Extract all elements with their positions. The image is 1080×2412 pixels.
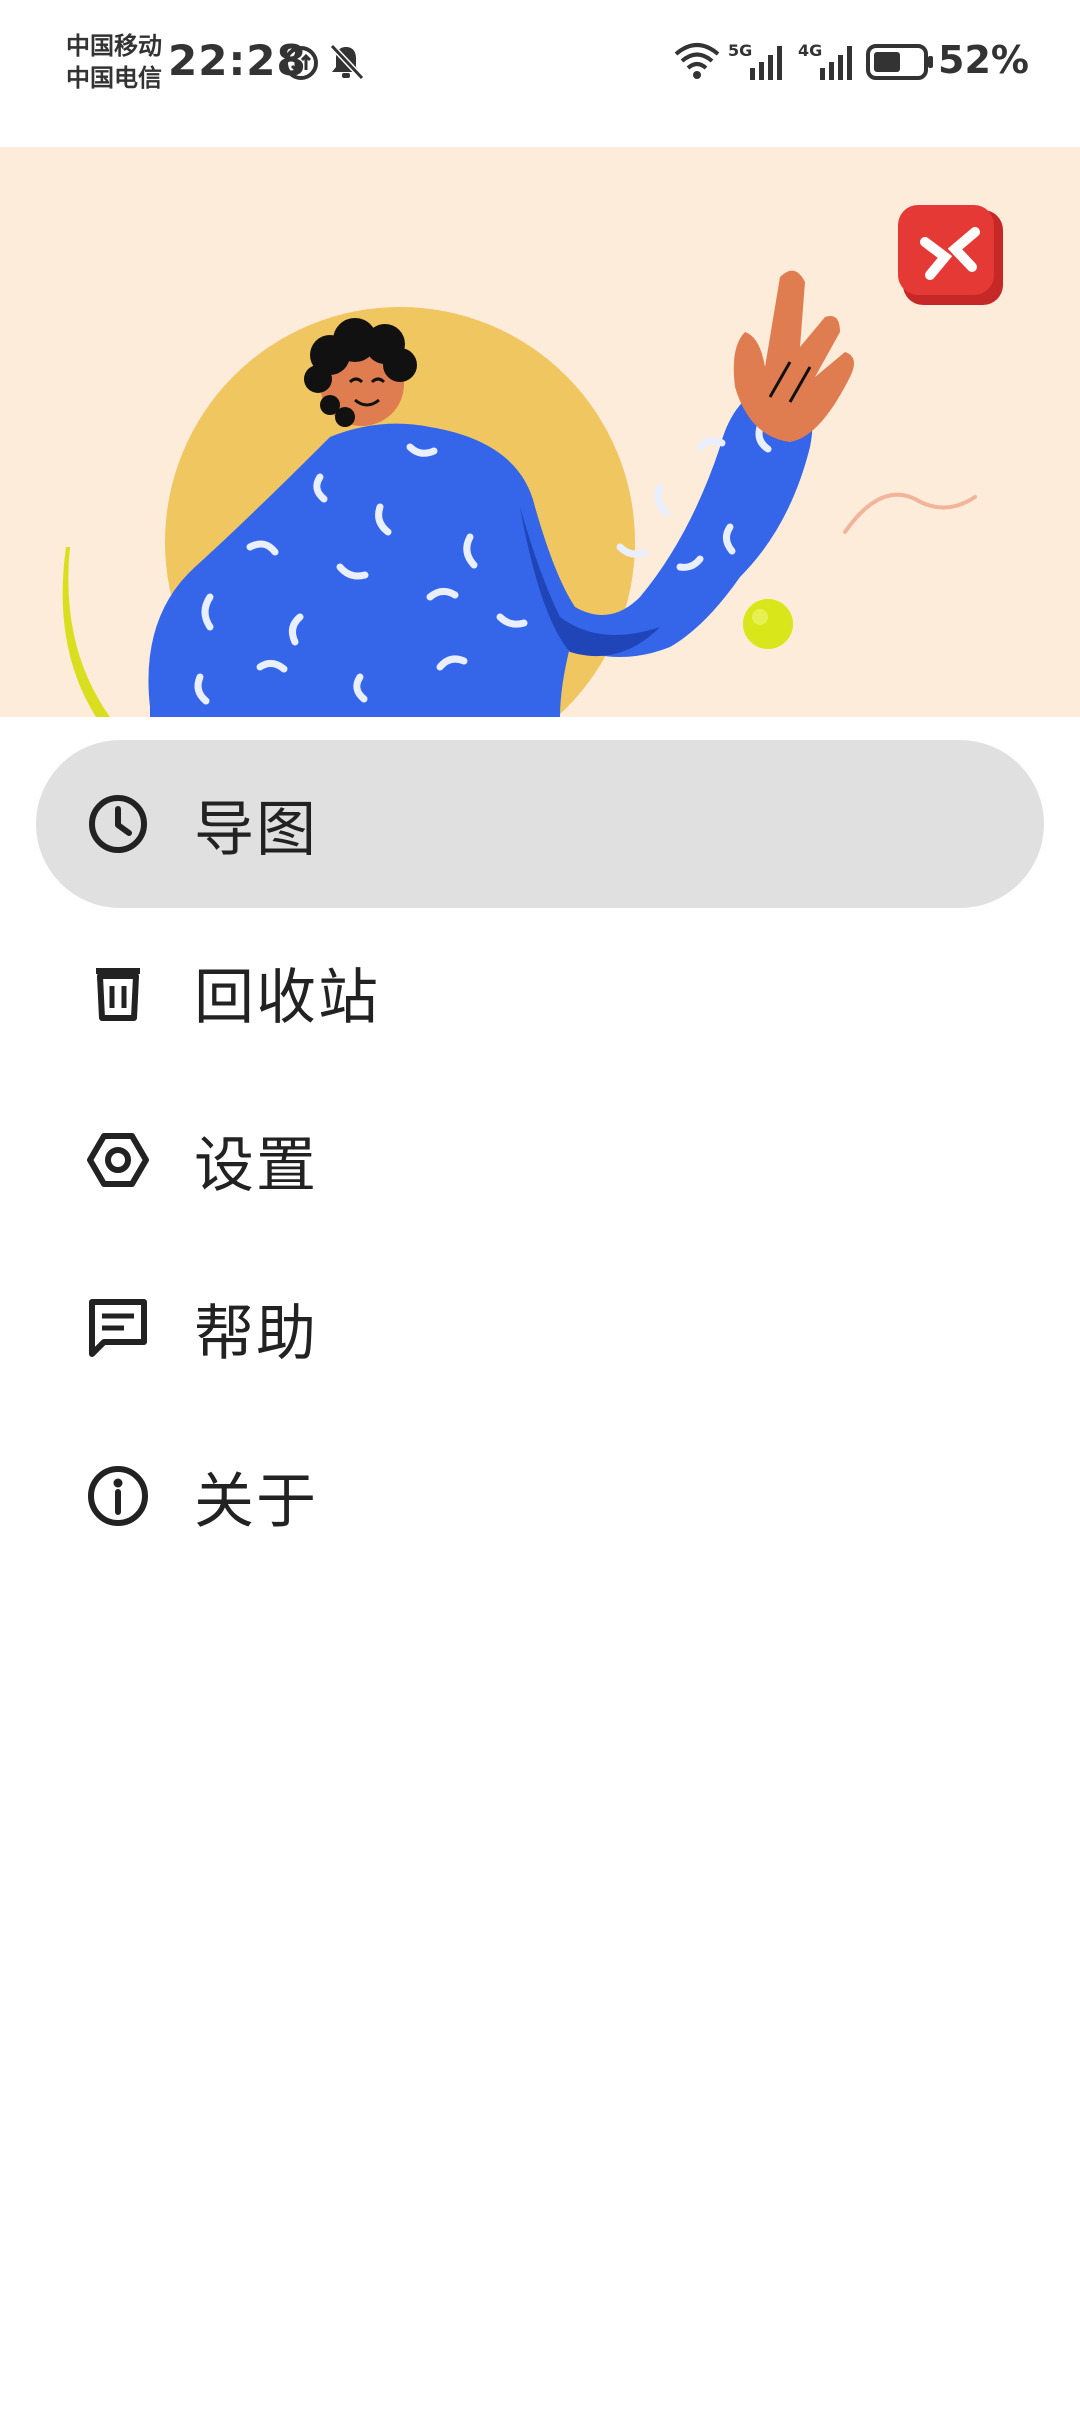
- status-bar: 中国移动 中国电信 22:28 5G 4G 52%: [0, 0, 1080, 140]
- decor-arc: [62, 547, 110, 717]
- network-label-2: 4G: [798, 41, 822, 60]
- chat-icon: [86, 1296, 150, 1360]
- menu-item-trash[interactable]: 回收站: [36, 908, 1044, 1076]
- carrier-2: 中国电信: [66, 64, 162, 92]
- raised-hand: [733, 270, 854, 442]
- settings-hexagon-icon: [86, 1128, 150, 1192]
- red-cube: [898, 205, 1003, 305]
- carrier-info: 中国移动 中国电信: [66, 30, 162, 94]
- tennis-ball: [743, 599, 793, 649]
- data-saver-icon: [282, 44, 320, 86]
- menu-item-label: 关于: [194, 1466, 318, 1537]
- trash-icon: [86, 960, 150, 1024]
- menu-item-label: 设置: [194, 1130, 318, 1201]
- menu-item-mindmap[interactable]: 导图: [36, 740, 1044, 908]
- network-label-1: 5G: [728, 41, 752, 60]
- drawer-banner: [0, 147, 1080, 717]
- person-waving-illustration: [62, 205, 1003, 717]
- clock-icon: [86, 792, 150, 856]
- menu-item-settings[interactable]: 设置: [36, 1076, 1044, 1244]
- wifi-icon: [674, 42, 720, 84]
- signal-5g-icon: 5G: [728, 40, 790, 86]
- battery-percent: 52%: [938, 38, 1029, 82]
- signal-4g-icon: 4G: [798, 40, 860, 86]
- battery-icon: [866, 44, 934, 84]
- bell-muted-icon: [326, 42, 366, 86]
- carrier-1: 中国移动: [66, 32, 162, 60]
- menu-item-label: 导图: [194, 794, 318, 865]
- menu-item-help[interactable]: 帮助: [36, 1244, 1044, 1412]
- menu-item-about[interactable]: 关于: [36, 1412, 1044, 1580]
- info-icon: [86, 1464, 150, 1528]
- drawer-menu: 导图 回收站 设置 帮助 关于: [0, 740, 1080, 1580]
- menu-item-label: 帮助: [194, 1298, 318, 1369]
- menu-item-label: 回收站: [194, 962, 380, 1033]
